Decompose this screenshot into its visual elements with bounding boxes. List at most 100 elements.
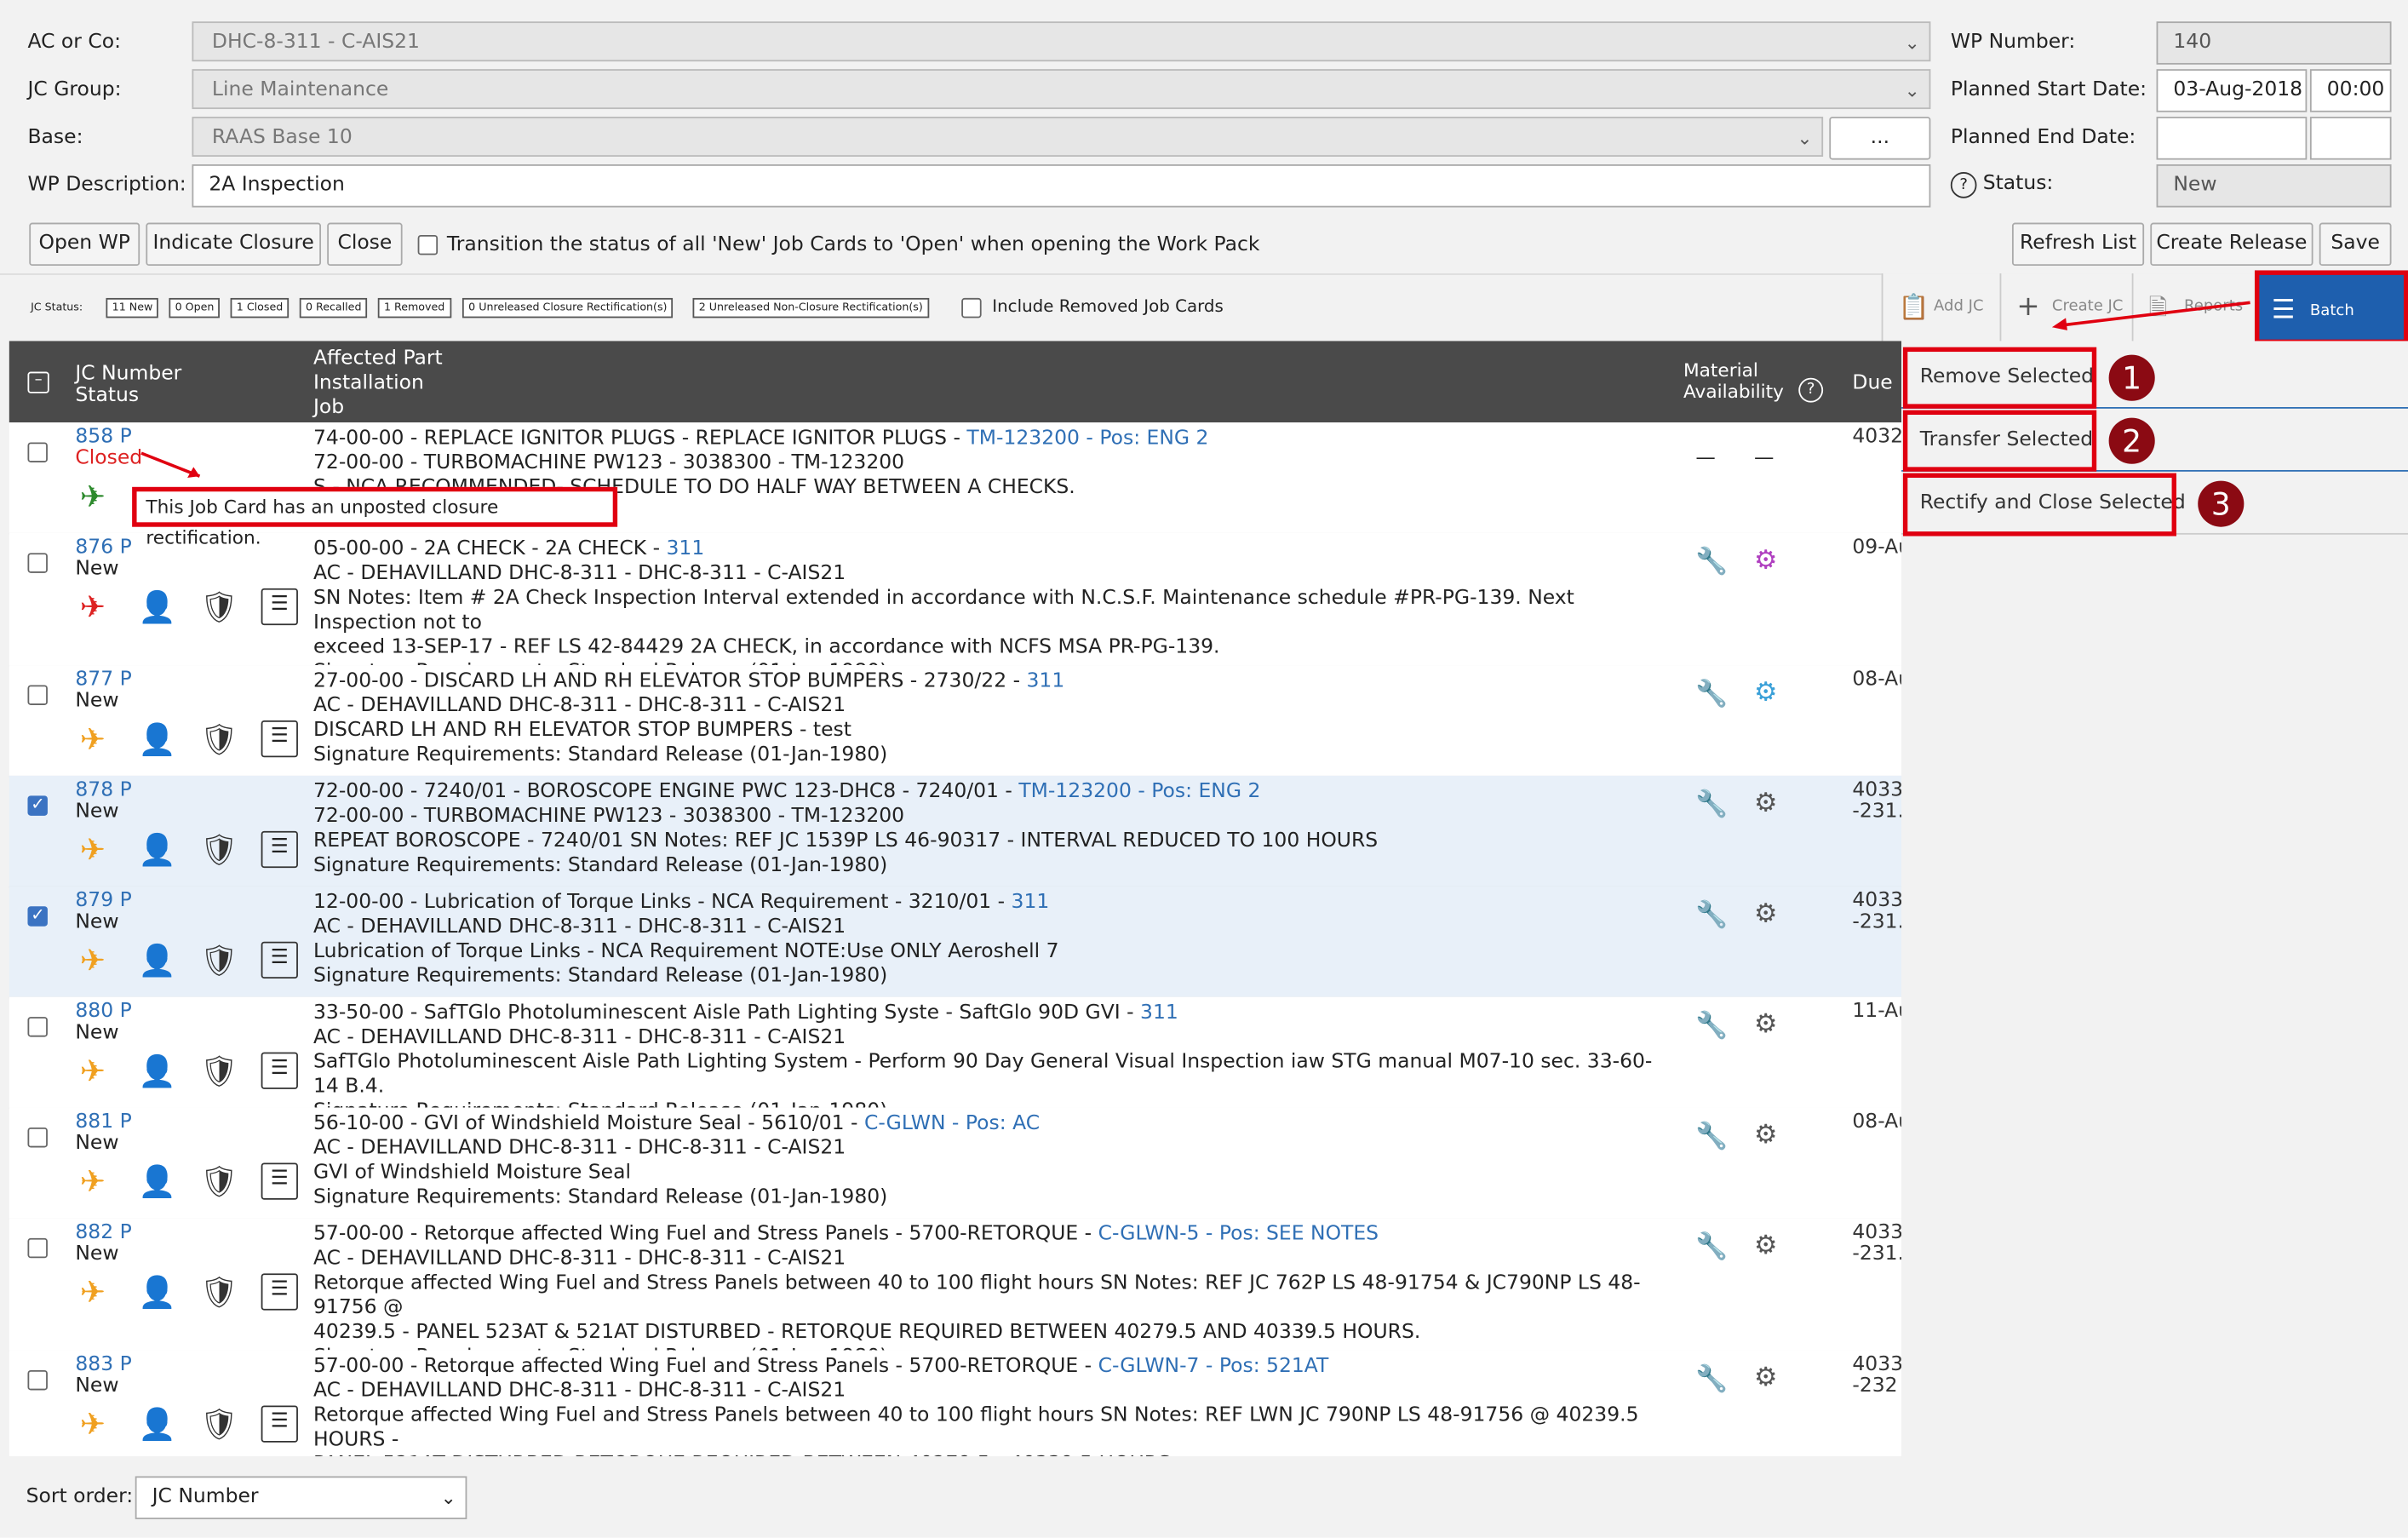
close-button[interactable]: Close [327,222,403,267]
end-time-input[interactable] [2309,117,2392,160]
task-list-icon[interactable]: ☰ [261,588,298,626]
include-removed-checkbox[interactable] [961,297,982,319]
row-checkbox[interactable] [27,904,48,927]
affected-part-link[interactable]: 311 [1012,891,1050,914]
create-release-button[interactable]: Create Release [2150,222,2313,267]
refresh-list-button[interactable]: Refresh List [2011,222,2145,267]
gear-icon[interactable]: ⚙ [1754,1009,1778,1040]
start-time-input[interactable]: 00:00 [2309,69,2392,112]
wrench-icon[interactable]: 🔧 [1695,679,1728,709]
row-checkbox[interactable] [27,1369,48,1391]
row-checkbox[interactable] [27,1017,48,1037]
ac-select[interactable]: DHC-8-311 - C-AIS21 ⌄ [192,21,1931,62]
wrench-icon[interactable]: 🔧 [1695,1011,1728,1042]
batch-action-button[interactable]: ☰Batch Action [2254,270,2408,393]
gear-icon[interactable]: ⚙ [1754,898,1778,929]
badge-new[interactable]: 11 New [106,297,159,319]
affected-part-link[interactable]: 311 [667,537,705,560]
indicate-closure-button[interactable]: Indicate Closure [146,222,321,267]
user-check-icon[interactable]: 👤 [138,831,176,868]
sort-select[interactable]: JC Number ⌄ [135,1476,467,1519]
affected-part-link[interactable]: C-GLWN-5 - Pos: SEE NOTES [1098,1223,1379,1246]
row-checkbox[interactable] [27,553,48,573]
user-check-icon[interactable]: 👤 [138,588,176,625]
affected-part-link[interactable]: C-GLWN - Pos: AC [864,1112,1040,1135]
jc-group-select[interactable]: Line Maintenance ⌄ [192,69,1931,110]
task-list-icon[interactable]: ☰ [261,1162,298,1200]
jc-number-link[interactable]: 858 P [75,426,131,449]
jc-number-link[interactable]: 881 P [75,1110,131,1133]
table-row[interactable]: 881 P New ✈ 👤 🛡 ☰ 56-10-00 - GVI of Windshield… [9,1107,1902,1220]
row-checkbox[interactable] [27,1127,48,1148]
open-wp-button[interactable]: Open WP [29,222,140,267]
badge-closed[interactable]: 1 Closed [230,297,290,319]
task-list-icon[interactable]: ☰ [261,1405,298,1443]
shield-icon[interactable]: 🛡 [199,1162,238,1199]
task-list-icon[interactable]: ☰ [261,1052,298,1089]
shield-icon[interactable]: 🛡 [199,942,238,978]
shield-icon[interactable]: 🛡 [199,1405,238,1442]
user-check-icon[interactable]: 👤 [138,1053,176,1089]
col-jc-number[interactable]: JC Number [75,363,181,386]
table-row[interactable]: 880 P New ✈ 👤 🛡 ☰ 33-50-00 - SafTGlo Photolumi… [9,996,1902,1110]
table-row[interactable]: 883 P New ✈ 👤 🛡 ☰ 57-00-00 - Retorque affected… [9,1350,1902,1458]
shield-icon[interactable]: 🛡 [199,720,238,757]
user-check-icon[interactable]: 👤 [138,720,176,757]
wp-description-input[interactable]: 2A Inspection [192,164,1931,208]
affected-part-link[interactable]: TM-123200 - Pos: ENG 2 [1018,780,1260,803]
base-select[interactable]: RAAS Base 10 ⌄ [192,117,1824,157]
badge-unreleased-nonclosure[interactable]: 2 Unreleased Non-Closure Rectification(s… [692,297,929,319]
user-check-icon[interactable]: 👤 [138,1162,176,1199]
table-row[interactable]: 882 P New ✈ 👤 🛡 ☰ 57-00-00 - Retorque affected… [9,1218,1902,1352]
badge-recalled[interactable]: 0 Recalled [299,297,368,319]
end-date-input[interactable] [2156,117,2308,160]
help-icon[interactable]: ? [1950,172,1977,198]
gear-icon[interactable]: ⚙ [1754,1231,1778,1261]
col-installation[interactable]: Installation [313,372,424,395]
col-job[interactable]: Job [313,396,344,419]
material-help-icon[interactable]: ? [1798,377,1824,403]
save-button[interactable]: Save [2319,222,2392,267]
affected-part-link[interactable]: 311 [1140,1001,1178,1024]
user-check-icon[interactable]: 👤 [138,942,176,978]
task-list-icon[interactable]: ☰ [261,941,298,979]
col-due[interactable]: Due [1852,372,1892,395]
task-list-icon[interactable]: ☰ [261,830,298,869]
task-list-icon[interactable]: ☰ [261,720,298,758]
row-checkbox[interactable] [27,685,48,705]
table-row[interactable]: 878 PNew ✈ 👤 🛡 ☰ 72-00-00 - 7240/01 - BOROSCO… [9,775,1902,888]
user-check-icon[interactable]: 👤 [138,1273,176,1310]
wrench-icon[interactable]: 🔧 [1695,900,1728,931]
wrench-icon[interactable]: 🔧 [1695,789,1728,820]
shield-icon[interactable]: 🛡 [199,1053,238,1089]
table-row[interactable]: 877 P New ✈ 👤 🛡 ☰ 27-00-00 - DISCARD LH AND RH… [9,665,1902,778]
col-affected-part[interactable]: Affected Part [313,347,443,370]
row-checkbox[interactable] [27,442,48,462]
col-status[interactable]: Status [75,384,139,407]
start-date-input[interactable]: 03-Aug-2018 [2156,69,2308,112]
gear-icon[interactable]: ⚙ [1754,545,1778,576]
table-row[interactable]: 879 PNew ✈ 👤 🛡 ☰ 12-00-00 - Lubrication of To… [9,886,1902,999]
jc-number-link[interactable]: 882 P [75,1221,131,1244]
jc-number-link[interactable]: 878 P [75,779,131,802]
jc-number-link[interactable]: 883 P [75,1353,131,1376]
wrench-icon[interactable]: 🔧 [1695,1232,1728,1263]
gear-icon[interactable]: ⚙ [1754,677,1778,708]
badge-open[interactable]: 0 Open [169,297,221,319]
transition-checkbox[interactable] [417,234,439,255]
badge-unreleased-closure[interactable]: 0 Unreleased Closure Rectification(s) [462,297,674,319]
affected-part-link[interactable]: TM-123200 - Pos: ENG 2 [966,427,1208,450]
task-list-icon[interactable]: ☰ [261,1273,298,1311]
row-checkbox[interactable] [27,1237,48,1259]
wrench-icon[interactable]: 🔧 [1695,1122,1728,1152]
jc-number-link[interactable]: 879 P [75,889,131,912]
gear-icon[interactable]: ⚙ [1754,1363,1778,1393]
shield-icon[interactable]: 🛡 [199,1273,238,1310]
affected-part-link[interactable]: 311 [1027,669,1065,692]
affected-part-link[interactable]: C-GLWN-7 - Pos: 521AT [1098,1355,1329,1378]
col-material[interactable]: Material [1683,359,1758,381]
base-more-button[interactable]: ... [1829,117,1931,160]
jc-number-link[interactable]: 877 P [75,669,131,692]
select-all-checkbox[interactable]: – [27,371,49,393]
shield-icon[interactable]: 🛡 [199,588,238,625]
